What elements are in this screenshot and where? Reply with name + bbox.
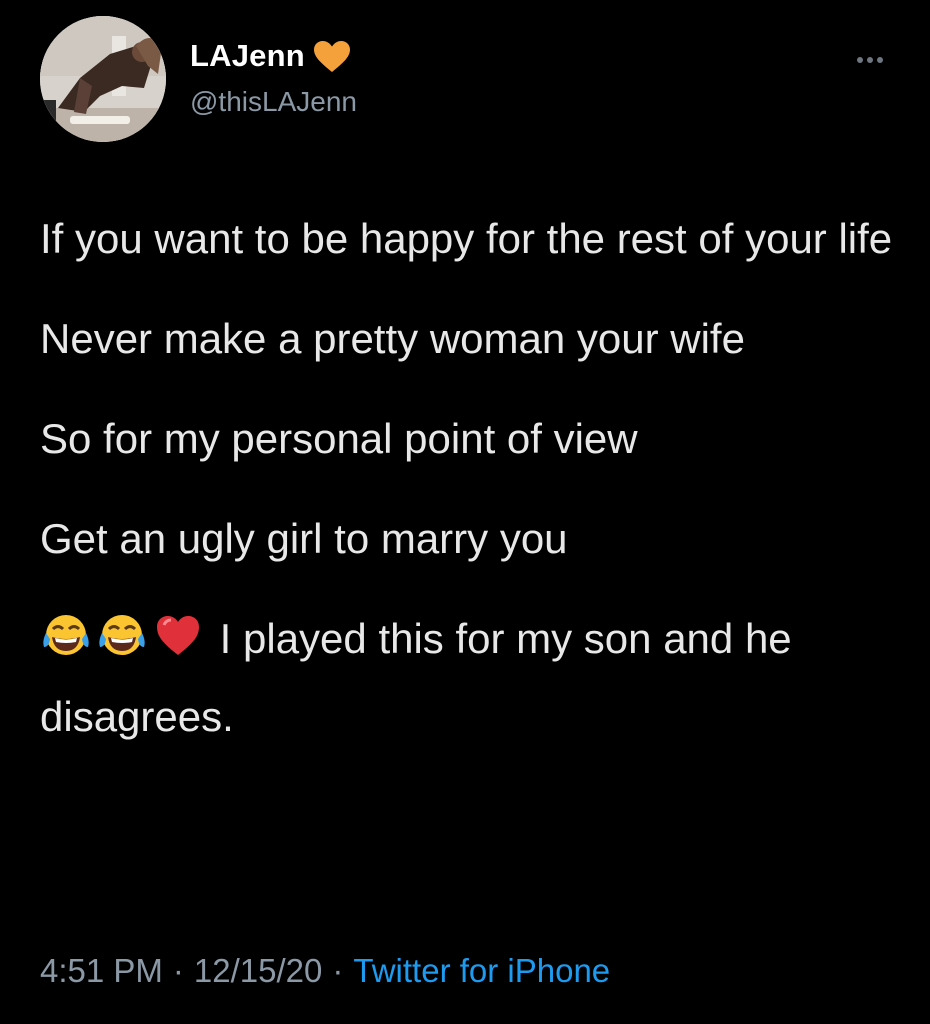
meta-separator: · xyxy=(172,952,184,989)
meta-separator: · xyxy=(332,952,344,989)
tweet-time[interactable]: 4:51 PM xyxy=(40,952,163,989)
tweet-paragraph: Get an ugly girl to marry you xyxy=(40,515,568,562)
more-options-button[interactable] xyxy=(848,48,892,72)
tears-of-joy-emoji xyxy=(43,615,89,655)
orange-heart-icon xyxy=(313,41,350,72)
tweet-paragraph: So for my personal point of view xyxy=(40,415,638,462)
tweet-paragraph: Never make a pretty woman your wife xyxy=(40,315,745,362)
user-handle[interactable]: @thisLAJenn xyxy=(190,86,357,118)
tweet-paragraph-last: I played this for my son and he disagree… xyxy=(40,600,900,756)
ellipsis-icon xyxy=(867,57,873,63)
red-heart-emoji xyxy=(157,616,199,655)
tweet-meta: 4:51 PM · 12/15/20 · Twitter for iPhone xyxy=(40,952,610,990)
tears-of-joy-emoji xyxy=(99,615,145,655)
tweet-source-link[interactable]: Twitter for iPhone xyxy=(353,952,610,989)
tweet-text: If you want to be happy for the rest of … xyxy=(40,200,900,778)
avatar-photo xyxy=(40,16,166,142)
user-name-row[interactable]: LAJenn xyxy=(190,38,351,74)
avatar[interactable] xyxy=(40,16,166,142)
tweet-date[interactable]: 12/15/20 xyxy=(194,952,322,989)
display-name[interactable]: LAJenn xyxy=(190,38,305,74)
tweet-paragraph: If you want to be happy for the rest of … xyxy=(40,215,893,262)
ellipsis-icon xyxy=(877,57,883,63)
ellipsis-icon xyxy=(857,57,863,63)
